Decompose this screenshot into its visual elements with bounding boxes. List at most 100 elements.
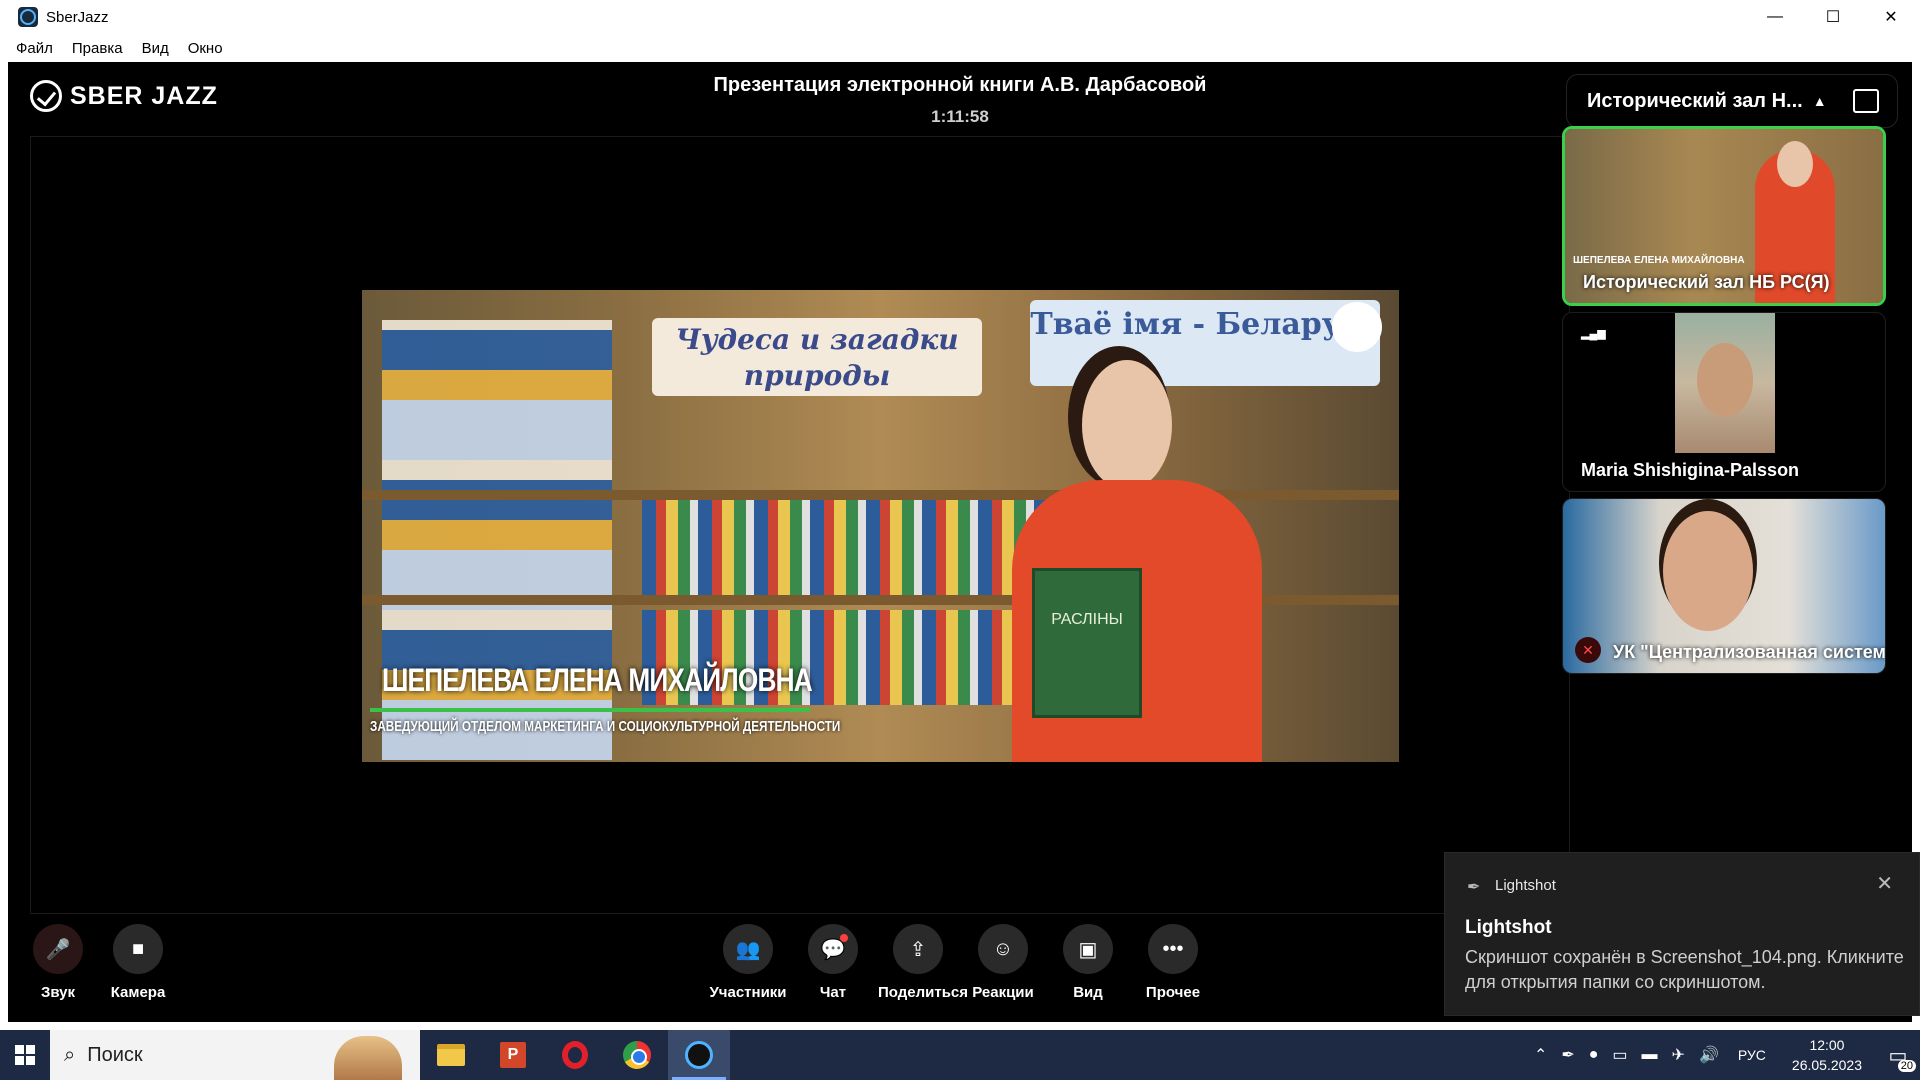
share-label: Поделиться bbox=[878, 984, 969, 1001]
language-indicator[interactable]: РУС bbox=[1738, 1047, 1766, 1063]
taskbar-chrome[interactable] bbox=[606, 1030, 668, 1080]
start-button[interactable] bbox=[0, 1030, 50, 1080]
menu-window[interactable]: Окно bbox=[188, 40, 223, 57]
clock[interactable]: 12:00 26.05.2023 bbox=[1792, 1035, 1862, 1075]
window-titlebar: SberJazz — ☐ ✕ bbox=[0, 0, 1920, 34]
caption-divider bbox=[370, 708, 810, 712]
participant-tile[interactable]: ✕ УК "Централизованная систем bbox=[1562, 498, 1886, 674]
chat-icon[interactable]: 💬 bbox=[808, 924, 858, 974]
share-control[interactable]: ⇪ Поделиться bbox=[878, 924, 969, 1001]
participants-icon[interactable]: 👥 bbox=[723, 924, 773, 974]
room-name: Исторический зал Н... bbox=[1587, 89, 1803, 112]
sberjazz-icon bbox=[685, 1041, 713, 1069]
notification-count: 20 bbox=[1897, 1060, 1916, 1072]
mic-muted-icon[interactable]: 🎤 bbox=[33, 924, 83, 974]
folder-icon bbox=[437, 1044, 465, 1066]
chrome-icon bbox=[623, 1041, 651, 1069]
menu-file[interactable]: Файл bbox=[16, 40, 53, 57]
close-button[interactable]: ✕ bbox=[1862, 0, 1920, 34]
main-video[interactable]: Чудеса и загадки природы Тваё імя - Бела… bbox=[362, 290, 1399, 762]
share-screen-icon[interactable]: ⇪ bbox=[893, 924, 943, 974]
shield-icon[interactable]: ● bbox=[1589, 1046, 1599, 1064]
window-title: SberJazz bbox=[46, 8, 109, 26]
more-control[interactable]: ••• Прочее bbox=[1133, 924, 1213, 1001]
system-tray: ⌃ ✒ ● ▭ ▬ ✈ 🔊 РУС 12:00 26.05.2023 ▭ 20 bbox=[1527, 1030, 1920, 1080]
sberjazz-app-icon bbox=[18, 7, 38, 27]
network-icon[interactable]: ✈ bbox=[1672, 1045, 1685, 1065]
checkmark-icon bbox=[30, 80, 62, 112]
windows-taskbar: ⌕ Поиск P ⌃ ✒ ● ▭ ▬ ✈ 🔊 РУС 12:00 26.05.… bbox=[0, 1030, 1920, 1080]
taskbar-powerpoint[interactable]: P bbox=[482, 1030, 544, 1080]
sound-control[interactable]: 🎤 Звук bbox=[18, 924, 98, 1001]
toast-title: Lightshot bbox=[1465, 917, 1552, 938]
view-control[interactable]: ▣ Вид bbox=[1048, 924, 1128, 1001]
chevron-up-icon[interactable]: ⌃ bbox=[1534, 1045, 1547, 1065]
reactions-label: Реакции bbox=[972, 984, 1034, 1001]
caption-name: ШЕПЕЛЕВА ЕЛЕНА МИХАЙЛОВНА bbox=[382, 662, 813, 698]
more-label: Прочее bbox=[1145, 984, 1201, 1001]
presenter-head bbox=[1082, 360, 1172, 490]
banner-left: Чудеса и загадки природы bbox=[652, 318, 982, 396]
search-placeholder: Поиск bbox=[87, 1043, 143, 1066]
menu-view[interactable]: Вид bbox=[142, 40, 169, 57]
more-dots-icon[interactable]: ••• bbox=[1148, 924, 1198, 974]
taskbar-file-explorer[interactable] bbox=[420, 1030, 482, 1080]
caption-role: ЗАВЕДУЮЩИЙ ОТДЕЛОМ МАРКЕТИНГА И СОЦИОКУЛ… bbox=[370, 718, 841, 735]
chat-label: Чат bbox=[819, 984, 847, 1001]
participants-label: Участники bbox=[709, 984, 787, 1001]
participant-tile[interactable]: ▂▄▆ Maria Shishigina-Palsson bbox=[1562, 312, 1886, 492]
taskbar-sberjazz[interactable] bbox=[668, 1030, 730, 1080]
thumbnail-caption: ШЕПЕЛЕВА ЕЛЕНА МИХАЙЛОВНА bbox=[1573, 255, 1745, 266]
opera-icon bbox=[562, 1041, 588, 1069]
menu-edit[interactable]: Правка bbox=[72, 40, 123, 57]
book-cover: РАСЛІНЫ bbox=[1032, 568, 1142, 718]
lightshot-notification[interactable]: ✒ Lightshot ✕ Lightshot Скриншот сохранё… bbox=[1444, 852, 1920, 1016]
presenter: РАСЛІНЫ bbox=[992, 350, 1292, 762]
feather-icon: ✒ bbox=[1467, 879, 1481, 896]
volume-icon[interactable]: 🔊 bbox=[1699, 1045, 1719, 1065]
lightshot-tray-icon[interactable]: ✒ bbox=[1561, 1045, 1574, 1065]
view-layout-icon[interactable]: ▣ bbox=[1063, 924, 1113, 974]
participants-control[interactable]: 👥 Участники bbox=[708, 924, 788, 1001]
chat-control[interactable]: 💬 Чат bbox=[793, 924, 873, 1001]
reactions-control[interactable]: ☺ Реакции bbox=[963, 924, 1043, 1001]
powerpoint-icon: P bbox=[500, 1042, 526, 1068]
camera-control[interactable]: ■ Камера bbox=[98, 924, 178, 1001]
switch-layout-icon[interactable] bbox=[1853, 89, 1879, 113]
toast-body: Скриншот сохранён в Screenshot_104.png. … bbox=[1465, 947, 1904, 992]
logo-text: SBER JAZZ bbox=[70, 81, 218, 110]
signal-strength-icon: ▂▄▆ bbox=[1581, 328, 1606, 340]
toast-app-name: Lightshot bbox=[1495, 877, 1556, 894]
unread-dot bbox=[840, 934, 848, 942]
clock-time: 12:00 bbox=[1809, 1037, 1845, 1053]
search-icon: ⌕ bbox=[64, 1043, 76, 1066]
camera-icon[interactable]: ■ bbox=[113, 924, 163, 974]
participant-name: Maria Shishigina-Palsson bbox=[1581, 460, 1800, 480]
sberjazz-logo: SBER JAZZ bbox=[30, 80, 218, 112]
participant-name: УК "Централизованная систем bbox=[1613, 642, 1886, 662]
menu-bar: Файл Правка Вид Окно bbox=[0, 34, 1920, 62]
clock-date: 26.05.2023 bbox=[1791, 1057, 1862, 1073]
minimize-button[interactable]: — bbox=[1746, 0, 1804, 34]
search-highlight-image bbox=[334, 1036, 402, 1080]
participant-tile[interactable]: ШЕПЕЛЕВА ЕЛЕНА МИХАЙЛОВНА Исторический з… bbox=[1562, 126, 1886, 306]
chevron-up-icon[interactable]: ▲ bbox=[1813, 93, 1827, 109]
main-video-stage: Чудеса и загадки природы Тваё імя - Бела… bbox=[30, 136, 1570, 914]
camera-label: Камера bbox=[110, 984, 166, 1001]
window-controls: — ☐ ✕ bbox=[1746, 0, 1920, 34]
device-icon[interactable]: ▭ bbox=[1612, 1045, 1627, 1065]
participant-name: Исторический зал НБ РС(Я) bbox=[1583, 272, 1830, 292]
smile-icon[interactable]: ☺ bbox=[978, 924, 1028, 974]
taskbar-search[interactable]: ⌕ Поиск bbox=[50, 1030, 420, 1080]
view-label: Вид bbox=[1073, 984, 1103, 1001]
mic-muted-icon: ✕ bbox=[1575, 637, 1601, 663]
participant-video bbox=[1675, 313, 1775, 453]
room-selector[interactable]: Исторический зал Н... ▲ bbox=[1566, 74, 1898, 128]
maximize-button[interactable]: ☐ bbox=[1804, 0, 1862, 34]
battery-icon[interactable]: ▬ bbox=[1642, 1046, 1658, 1064]
taskbar-opera[interactable] bbox=[544, 1030, 606, 1080]
library-logo bbox=[1332, 302, 1382, 352]
close-icon[interactable]: ✕ bbox=[1876, 871, 1893, 896]
notification-center-button[interactable]: ▭ 20 bbox=[1876, 1030, 1920, 1080]
sound-label: Звук bbox=[40, 984, 76, 1001]
